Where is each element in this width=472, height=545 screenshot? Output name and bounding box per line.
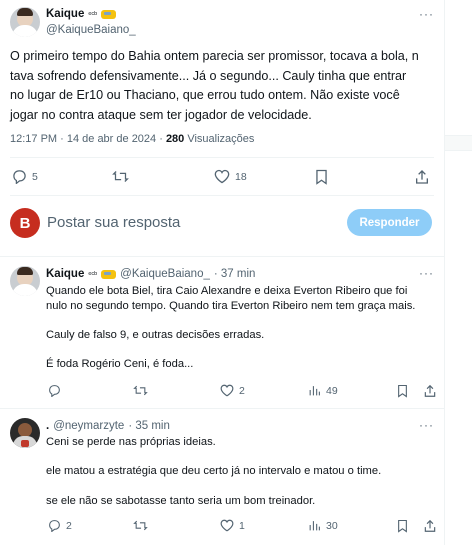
tweet-text-line: jogar no contra ataque sem ter jogador d…: [10, 107, 312, 122]
reply-timestamp[interactable]: · 35 min: [128, 420, 170, 432]
reply-text-line: Quando ele bota Biel, tira Caio Alexandr…: [46, 285, 408, 297]
tweet-text-line: O primeiro tempo do Bahia ontem parecia …: [10, 49, 419, 63]
reply-count: 5: [32, 170, 38, 183]
divider: [10, 157, 434, 158]
views-count: 280: [165, 133, 185, 145]
author-handle[interactable]: @KaiqueBaiano_: [46, 24, 136, 36]
bookmark-icon: [398, 384, 407, 398]
share-icon: [424, 519, 436, 532]
divider: [0, 408, 444, 409]
author-name[interactable]: Kaique: [46, 8, 84, 20]
like-button[interactable]: 2: [220, 384, 245, 397]
like-button[interactable]: 18: [214, 169, 247, 184]
reply-author-name[interactable]: .: [46, 420, 49, 432]
author-avatar[interactable]: [10, 7, 40, 37]
reply-text-line: Cauly de falso 9, e outras decisões erra…: [46, 328, 265, 341]
bookmark-icon: [316, 169, 327, 185]
car-emoji-icon: [101, 269, 117, 279]
reply-author-name[interactable]: Kaique: [46, 268, 84, 280]
more-options-icon[interactable]: ···: [419, 266, 434, 280]
author-badge: ᵉᶜᵇ: [88, 269, 98, 279]
tweet-meta: 12:17 PM · 14 de abr de 2024 · 280 Visua…: [10, 133, 254, 145]
reply-author-handle[interactable]: @KaiqueBaiano_: [120, 268, 210, 280]
reply-button[interactable]: 2: [48, 519, 72, 532]
views-button[interactable]: 30: [308, 519, 338, 532]
reply-submit-button[interactable]: Responder: [347, 209, 432, 236]
author-badge: ᵉᶜᵇ: [88, 9, 98, 19]
reply-icon: [49, 385, 60, 397]
divider: [0, 256, 444, 257]
heart-icon: [220, 519, 234, 532]
reply-input[interactable]: Postar sua resposta: [47, 214, 180, 231]
like-count: 2: [239, 384, 245, 397]
reply-author-avatar[interactable]: [10, 418, 40, 448]
tweet-text-line: tava sofrendo defensivamente... Já o seg…: [10, 68, 407, 83]
reply-text-line: Ceni se perde nas próprias ideias.: [46, 436, 216, 448]
heart-icon: [220, 384, 234, 397]
share-button[interactable]: [415, 169, 429, 185]
column-border: [444, 0, 445, 545]
reply-author-avatar[interactable]: [10, 266, 40, 296]
like-button[interactable]: 1: [220, 519, 245, 532]
retweet-icon: [112, 171, 129, 182]
retweet-button[interactable]: [133, 519, 153, 532]
more-options-icon[interactable]: ···: [419, 7, 434, 21]
reply-count: 2: [66, 519, 72, 532]
reply-icon: [13, 170, 26, 184]
share-button[interactable]: [424, 384, 436, 398]
bookmark-icon: [398, 519, 407, 533]
bookmark-button[interactable]: [397, 384, 408, 398]
divider: [10, 195, 434, 196]
reply-text-line: É foda Rogério Ceni, é foda...: [46, 357, 194, 370]
reply-text-line: nulo no segundo tempo. Quando tira Evert…: [46, 299, 416, 312]
tweet-text-line: no lugar de Er10 ou Thaciano, que errou …: [10, 88, 400, 102]
more-options-icon[interactable]: ···: [419, 418, 434, 432]
bookmark-button[interactable]: [315, 169, 328, 185]
share-icon: [424, 384, 436, 397]
bookmark-button[interactable]: [397, 519, 408, 533]
views-button[interactable]: 49: [308, 384, 338, 397]
reply-author-handle[interactable]: @neymarzyte: [53, 420, 124, 432]
reply-icon: [49, 520, 60, 532]
views-label: Visualizações: [184, 133, 255, 145]
like-count: 18: [235, 170, 247, 183]
reply-text-line: ele matou a estratégia que deu certo já …: [46, 465, 382, 477]
reply-button[interactable]: 5: [12, 169, 38, 184]
side-panel-edge: [445, 135, 472, 151]
current-user-avatar[interactable]: B: [10, 208, 40, 238]
tweet-timestamp[interactable]: 12:17 PM · 14 de abr de 2024 ·: [10, 133, 166, 145]
retweet-icon: [133, 520, 148, 531]
retweet-button[interactable]: [133, 384, 153, 397]
reply-timestamp[interactable]: · 37 min: [214, 268, 256, 280]
bar-chart-icon: [309, 386, 320, 396]
share-icon: [416, 170, 428, 184]
reply-text-line: se ele não se sabotasse tanto seria um b…: [46, 495, 316, 507]
reply-button[interactable]: [48, 384, 66, 397]
like-count: 1: [239, 519, 245, 532]
bar-chart-icon: [309, 521, 320, 531]
views-count: 30: [326, 519, 338, 532]
views-count: 49: [326, 384, 338, 397]
retweet-icon: [133, 385, 148, 396]
heart-icon: [214, 169, 230, 184]
share-button[interactable]: [424, 519, 436, 533]
retweet-button[interactable]: [112, 169, 134, 184]
car-emoji-icon: [101, 9, 117, 19]
